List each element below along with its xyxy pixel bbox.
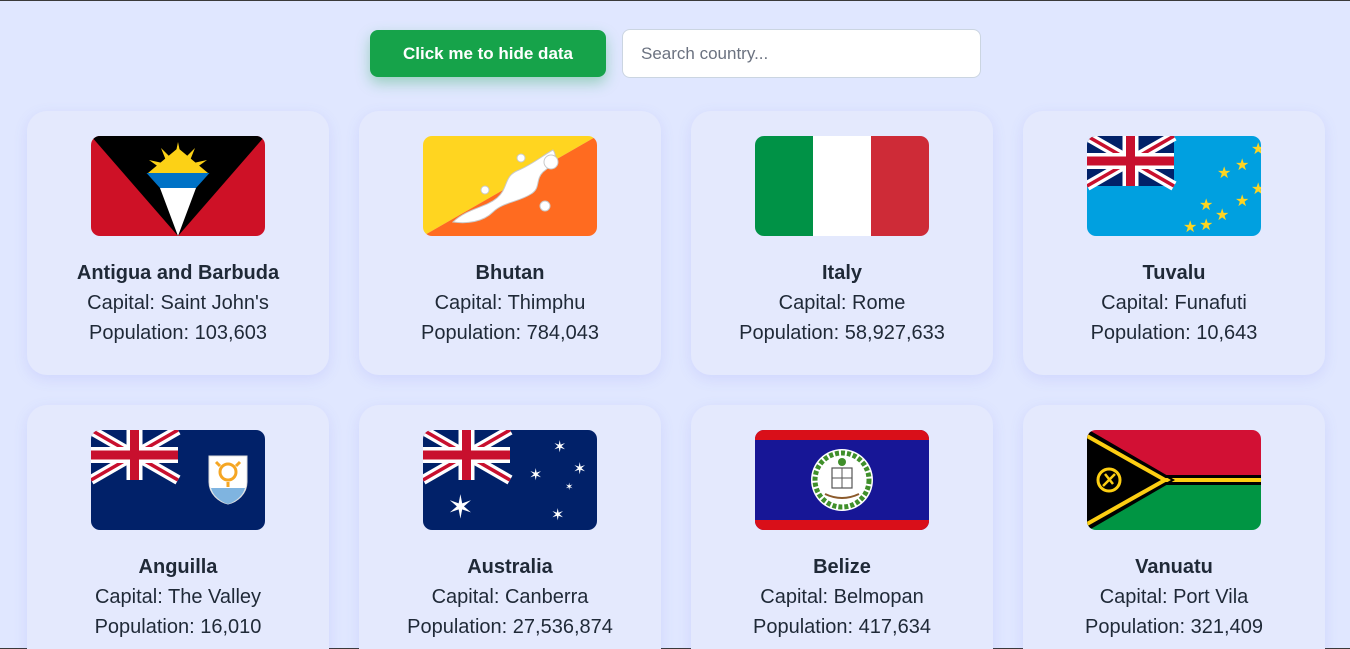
country-card: Anguilla Capital: The Valley Population:… (27, 405, 329, 649)
svg-text:★: ★ (1251, 139, 1261, 158)
country-name: Bhutan (475, 262, 545, 284)
country-card: Belize Capital: Belmopan Population: 417… (691, 405, 993, 649)
country-population: Population: 16,010 (94, 616, 262, 638)
svg-text:✶: ✶ (573, 459, 586, 478)
country-name: Vanuatu (1135, 556, 1213, 578)
australia-flag-icon: ✶ ✶ ✶ ✶ ✶ ✶ (423, 430, 597, 530)
country-name: Tuvalu (1142, 262, 1206, 284)
svg-text:★: ★ (1235, 155, 1249, 174)
country-capital: Capital: The Valley (94, 586, 262, 608)
hide-data-button[interactable]: Click me to hide data (370, 30, 606, 77)
antigua-and-barbuda-flag-icon (91, 136, 265, 236)
country-capital: Capital: Rome (778, 292, 906, 314)
country-capital: Capital: Belmopan (760, 586, 924, 608)
country-name: Belize (813, 556, 871, 578)
anguilla-flag-icon (91, 430, 265, 530)
country-card: ★ ★ ★ ★ ★ ★ ★ ★ ★ Tuvalu Capital: Funafu… (1023, 111, 1325, 375)
country-population: Population: 58,927,633 (739, 322, 945, 344)
svg-text:✶: ✶ (553, 437, 566, 456)
svg-text:✶: ✶ (565, 482, 573, 493)
country-capital: Capital: Thimphu (434, 292, 586, 314)
svg-text:✶: ✶ (551, 505, 564, 524)
country-capital: Capital: Canberra (431, 586, 589, 608)
country-card: Vanuatu Capital: Port Vila Population: 3… (1023, 405, 1325, 649)
country-card: Antigua and Barbuda Capital: Saint John'… (27, 111, 329, 375)
country-name: Antigua and Barbuda (76, 262, 280, 284)
svg-text:★: ★ (1215, 205, 1229, 224)
country-population: Population: 321,409 (1085, 616, 1263, 638)
svg-text:✶: ✶ (447, 488, 474, 526)
svg-text:✶: ✶ (529, 465, 542, 484)
svg-text:★: ★ (1251, 179, 1261, 198)
country-capital: Capital: Saint John's (87, 292, 269, 314)
country-name: Anguilla (138, 556, 218, 578)
country-capital: Capital: Port Vila (1099, 586, 1249, 608)
bhutan-flag-icon (423, 136, 597, 236)
country-population: Population: 417,634 (753, 616, 931, 638)
svg-text:★: ★ (1217, 163, 1231, 182)
toolbar: Click me to hide data (370, 29, 981, 78)
svg-text:★: ★ (1199, 195, 1213, 214)
tuvalu-flag-icon: ★ ★ ★ ★ ★ ★ ★ ★ ★ (1087, 136, 1261, 236)
country-population: Population: 103,603 (89, 322, 267, 344)
country-grid: Antigua and Barbuda Capital: Saint John'… (27, 111, 1325, 649)
svg-text:★: ★ (1183, 217, 1197, 236)
vanuatu-flag-icon (1087, 430, 1261, 530)
belize-flag-icon (755, 430, 929, 530)
country-population: Population: 10,643 (1090, 322, 1258, 344)
country-name: Italy (821, 262, 863, 284)
country-population: Population: 784,043 (421, 322, 599, 344)
search-country-input[interactable] (622, 29, 981, 78)
country-population: Population: 27,536,874 (407, 616, 613, 638)
country-name: Australia (467, 556, 553, 578)
country-card: ✶ ✶ ✶ ✶ ✶ ✶ Australia Capital: Canberra … (359, 405, 661, 649)
svg-text:★: ★ (1199, 215, 1213, 234)
svg-text:★: ★ (1235, 191, 1249, 210)
country-card: Bhutan Capital: Thimphu Population: 784,… (359, 111, 661, 375)
country-card: Italy Capital: Rome Population: 58,927,6… (691, 111, 993, 375)
italy-flag-icon (755, 136, 929, 236)
country-capital: Capital: Funafuti (1101, 292, 1247, 314)
